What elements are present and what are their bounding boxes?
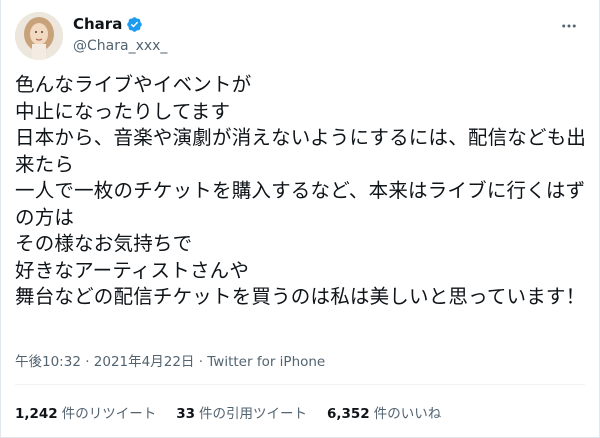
avatar[interactable] <box>15 12 63 60</box>
tweet-card: Chara @Chara_xxx_ 色んなライブやイベントが 中止になったりして… <box>0 0 600 438</box>
tweet-date[interactable]: 2021年4月22日 <box>94 354 195 370</box>
meta-separator: · <box>194 354 208 370</box>
verified-badge-icon <box>126 16 143 33</box>
likes-label: 件のいいね <box>373 406 442 422</box>
quotes-stat[interactable]: 33 件の引用ツイート <box>176 402 307 422</box>
tweet-time[interactable]: 午後10:32 <box>15 354 81 370</box>
retweets-label: 件のリツイート <box>61 406 157 422</box>
tweet-meta: 午後10:32 · 2021年4月22日 · Twitter for iPhon… <box>15 350 325 370</box>
user-info[interactable]: Chara @Chara_xxx_ <box>73 14 167 54</box>
ellipsis-icon[interactable] <box>557 14 581 38</box>
tweet-source-app[interactable]: Twitter for iPhone <box>207 354 325 370</box>
likes-count: 6,352 <box>327 406 370 422</box>
meta-separator: · <box>80 354 94 370</box>
portrait-photo-icon <box>15 12 63 60</box>
tweet-stats: 1,242 件のリツイート 33 件の引用ツイート 6,352 件のいいね <box>15 402 461 422</box>
user-handle[interactable]: @Chara_xxx_ <box>73 38 167 54</box>
tweet-text: 色んなライブやイベントが 中止になったりしてます 日本から、音楽や演劇が消えない… <box>15 73 587 308</box>
quotes-count: 33 <box>176 406 195 422</box>
likes-stat[interactable]: 6,352 件のいいね <box>327 402 441 422</box>
display-name[interactable]: Chara <box>73 15 122 33</box>
quotes-label: 件の引用ツイート <box>199 406 307 422</box>
divider <box>15 384 585 385</box>
retweets-count: 1,242 <box>15 406 58 422</box>
tweet-header: Chara @Chara_xxx_ <box>15 12 585 60</box>
display-name-row: Chara <box>73 14 167 34</box>
retweets-stat[interactable]: 1,242 件のリツイート <box>15 402 156 422</box>
